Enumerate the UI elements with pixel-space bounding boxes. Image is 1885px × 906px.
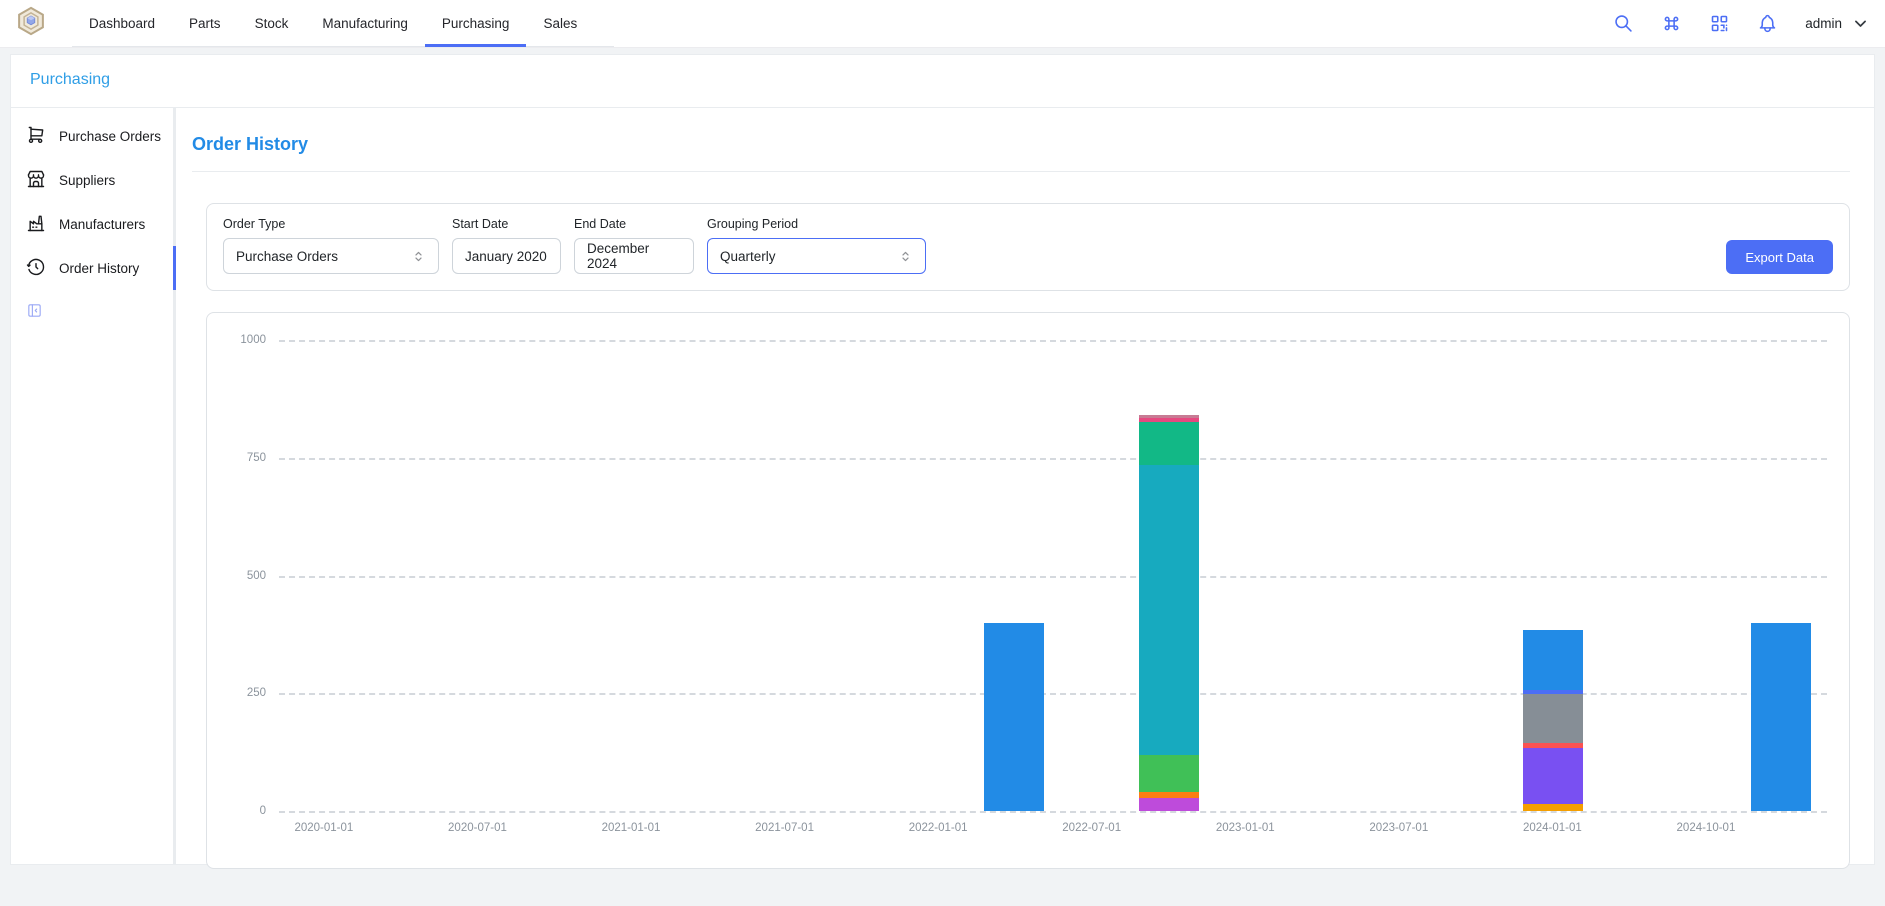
start-date-field: Start Date January 2020 (452, 217, 561, 274)
grouping-period-field: Grouping Period Quarterly (707, 217, 926, 274)
page-title: Order History (192, 134, 1850, 155)
main-nav-tabs: Dashboard Parts Stock Manufacturing Purc… (72, 0, 614, 47)
sidebar-item-suppliers[interactable]: Suppliers (26, 158, 173, 202)
bar-segment[interactable] (1139, 422, 1199, 465)
history-icon (26, 257, 46, 280)
start-date-input[interactable]: January 2020 (452, 238, 561, 274)
tab-dashboard[interactable]: Dashboard (72, 0, 172, 46)
tab-label: Sales (543, 16, 577, 31)
navbar-actions: admin (1613, 0, 1869, 47)
bell-icon[interactable] (1757, 13, 1778, 34)
active-item-indicator (173, 246, 176, 290)
tab-label: Stock (255, 16, 289, 31)
tab-label: Manufacturing (322, 16, 408, 31)
filter-toolbar: Order Type Purchase Orders Start Date Ja… (206, 203, 1850, 291)
export-data-button[interactable]: Export Data (1726, 240, 1833, 274)
bars-layer (279, 340, 1827, 811)
bar-segment[interactable] (1751, 623, 1811, 811)
qrcode-scan-icon[interactable] (1709, 13, 1730, 34)
order-type-value: Purchase Orders (236, 249, 338, 264)
store-icon (26, 169, 46, 192)
breadcrumb-purchasing-link[interactable]: Purchasing (30, 71, 110, 88)
y-axis-tick: 0 (260, 805, 266, 817)
order-type-field: Order Type Purchase Orders (223, 217, 439, 274)
inventree-logo-icon (16, 6, 46, 41)
tab-label: Purchasing (442, 16, 510, 31)
purchasing-sidebar: Purchase Orders Suppliers Manufacturers … (11, 108, 173, 864)
grouping-period-select[interactable]: Quarterly (707, 238, 926, 274)
bar-segment[interactable] (1139, 798, 1199, 811)
sidebar-item-purchase-orders[interactable]: Purchase Orders (26, 114, 173, 158)
x-axis-tick: 2021-07-01 (755, 822, 814, 834)
order-type-label: Order Type (223, 217, 439, 231)
chevron-down-icon (1852, 15, 1869, 32)
bar-segment[interactable] (984, 623, 1044, 811)
end-date-label: End Date (574, 217, 694, 231)
user-menu[interactable]: admin (1805, 15, 1869, 32)
stacked-bar-2024-Q1[interactable] (1523, 340, 1583, 811)
tab-manufacturing[interactable]: Manufacturing (305, 0, 425, 46)
cart-icon (26, 125, 46, 148)
sidebar-item-label: Purchase Orders (59, 129, 161, 144)
bar-segment[interactable] (1523, 630, 1583, 690)
username-label: admin (1805, 16, 1842, 31)
bar-segment[interactable] (1523, 748, 1583, 804)
app-logo[interactable] (16, 0, 46, 47)
gridline-0 (279, 811, 1827, 813)
bar-segment[interactable] (1139, 465, 1199, 755)
y-axis-tick: 1000 (240, 334, 266, 346)
tab-parts[interactable]: Parts (172, 0, 238, 46)
tab-purchasing[interactable]: Purchasing (425, 0, 527, 46)
bar-segment[interactable] (1523, 804, 1583, 811)
x-axis-tick: 2020-07-01 (448, 822, 507, 834)
selector-chevrons-icon (411, 249, 426, 264)
sidebar-item-label: Suppliers (59, 173, 115, 188)
main-panel: Purchase Orders Suppliers Manufacturers … (10, 108, 1875, 865)
x-axis-tick: 2022-01-01 (909, 822, 968, 834)
order-type-select[interactable]: Purchase Orders (223, 238, 439, 274)
x-axis-tick: 2024-10-01 (1677, 822, 1736, 834)
order-history-content: Order History Order Type Purchase Orders… (176, 108, 1874, 864)
tab-label: Parts (189, 16, 221, 31)
bar-segment[interactable] (1139, 755, 1199, 792)
tab-sales[interactable]: Sales (526, 0, 594, 46)
stacked-bar-2022-Q4[interactable] (1139, 340, 1199, 811)
x-axis-tick: 2023-07-01 (1369, 822, 1428, 834)
sidebar-item-label: Order History (59, 261, 139, 276)
tab-label: Dashboard (89, 16, 155, 31)
stacked-bar-2024-Q4[interactable] (1751, 340, 1811, 811)
sidebar-item-manufacturers[interactable]: Manufacturers (26, 202, 173, 246)
grouping-period-label: Grouping Period (707, 217, 926, 231)
start-date-label: Start Date (452, 217, 561, 231)
x-axis-tick: 2022-07-01 (1062, 822, 1121, 834)
order-history-chart: 1000 750 500 250 0 2020-01-01 2020-07-01… (206, 312, 1850, 869)
top-navbar: Dashboard Parts Stock Manufacturing Purc… (0, 0, 1885, 48)
search-icon[interactable] (1613, 13, 1634, 34)
end-date-input[interactable]: December 2024 (574, 238, 694, 274)
end-date-field: End Date December 2024 (574, 217, 694, 274)
sidebar-item-order-history[interactable]: Order History (26, 246, 173, 290)
x-axis-tick: 2023-01-01 (1216, 822, 1275, 834)
y-axis-tick: 250 (247, 687, 266, 699)
sidebar-item-label: Manufacturers (59, 217, 145, 232)
breadcrumb: Purchasing (10, 54, 1875, 108)
x-axis-tick: 2021-01-01 (602, 822, 661, 834)
selector-chevrons-icon (898, 249, 913, 264)
x-axis-tick: 2024-01-01 (1523, 822, 1582, 834)
x-axis-tick: 2020-01-01 (294, 822, 353, 834)
y-axis-tick: 500 (247, 570, 266, 582)
grouping-period-value: Quarterly (720, 249, 776, 264)
y-axis-tick: 750 (247, 452, 266, 464)
bar-segment[interactable] (1523, 694, 1583, 743)
sidebar-collapse-icon[interactable] (26, 302, 50, 324)
chart-plot-area: 1000 750 500 250 0 2020-01-01 2020-07-01… (279, 340, 1827, 811)
factory-icon (26, 213, 46, 236)
stacked-bar-2022-Q2[interactable] (984, 340, 1044, 811)
sidebar-divider (173, 108, 176, 864)
title-divider (192, 171, 1850, 172)
command-icon[interactable] (1661, 13, 1682, 34)
tab-stock[interactable]: Stock (238, 0, 306, 46)
